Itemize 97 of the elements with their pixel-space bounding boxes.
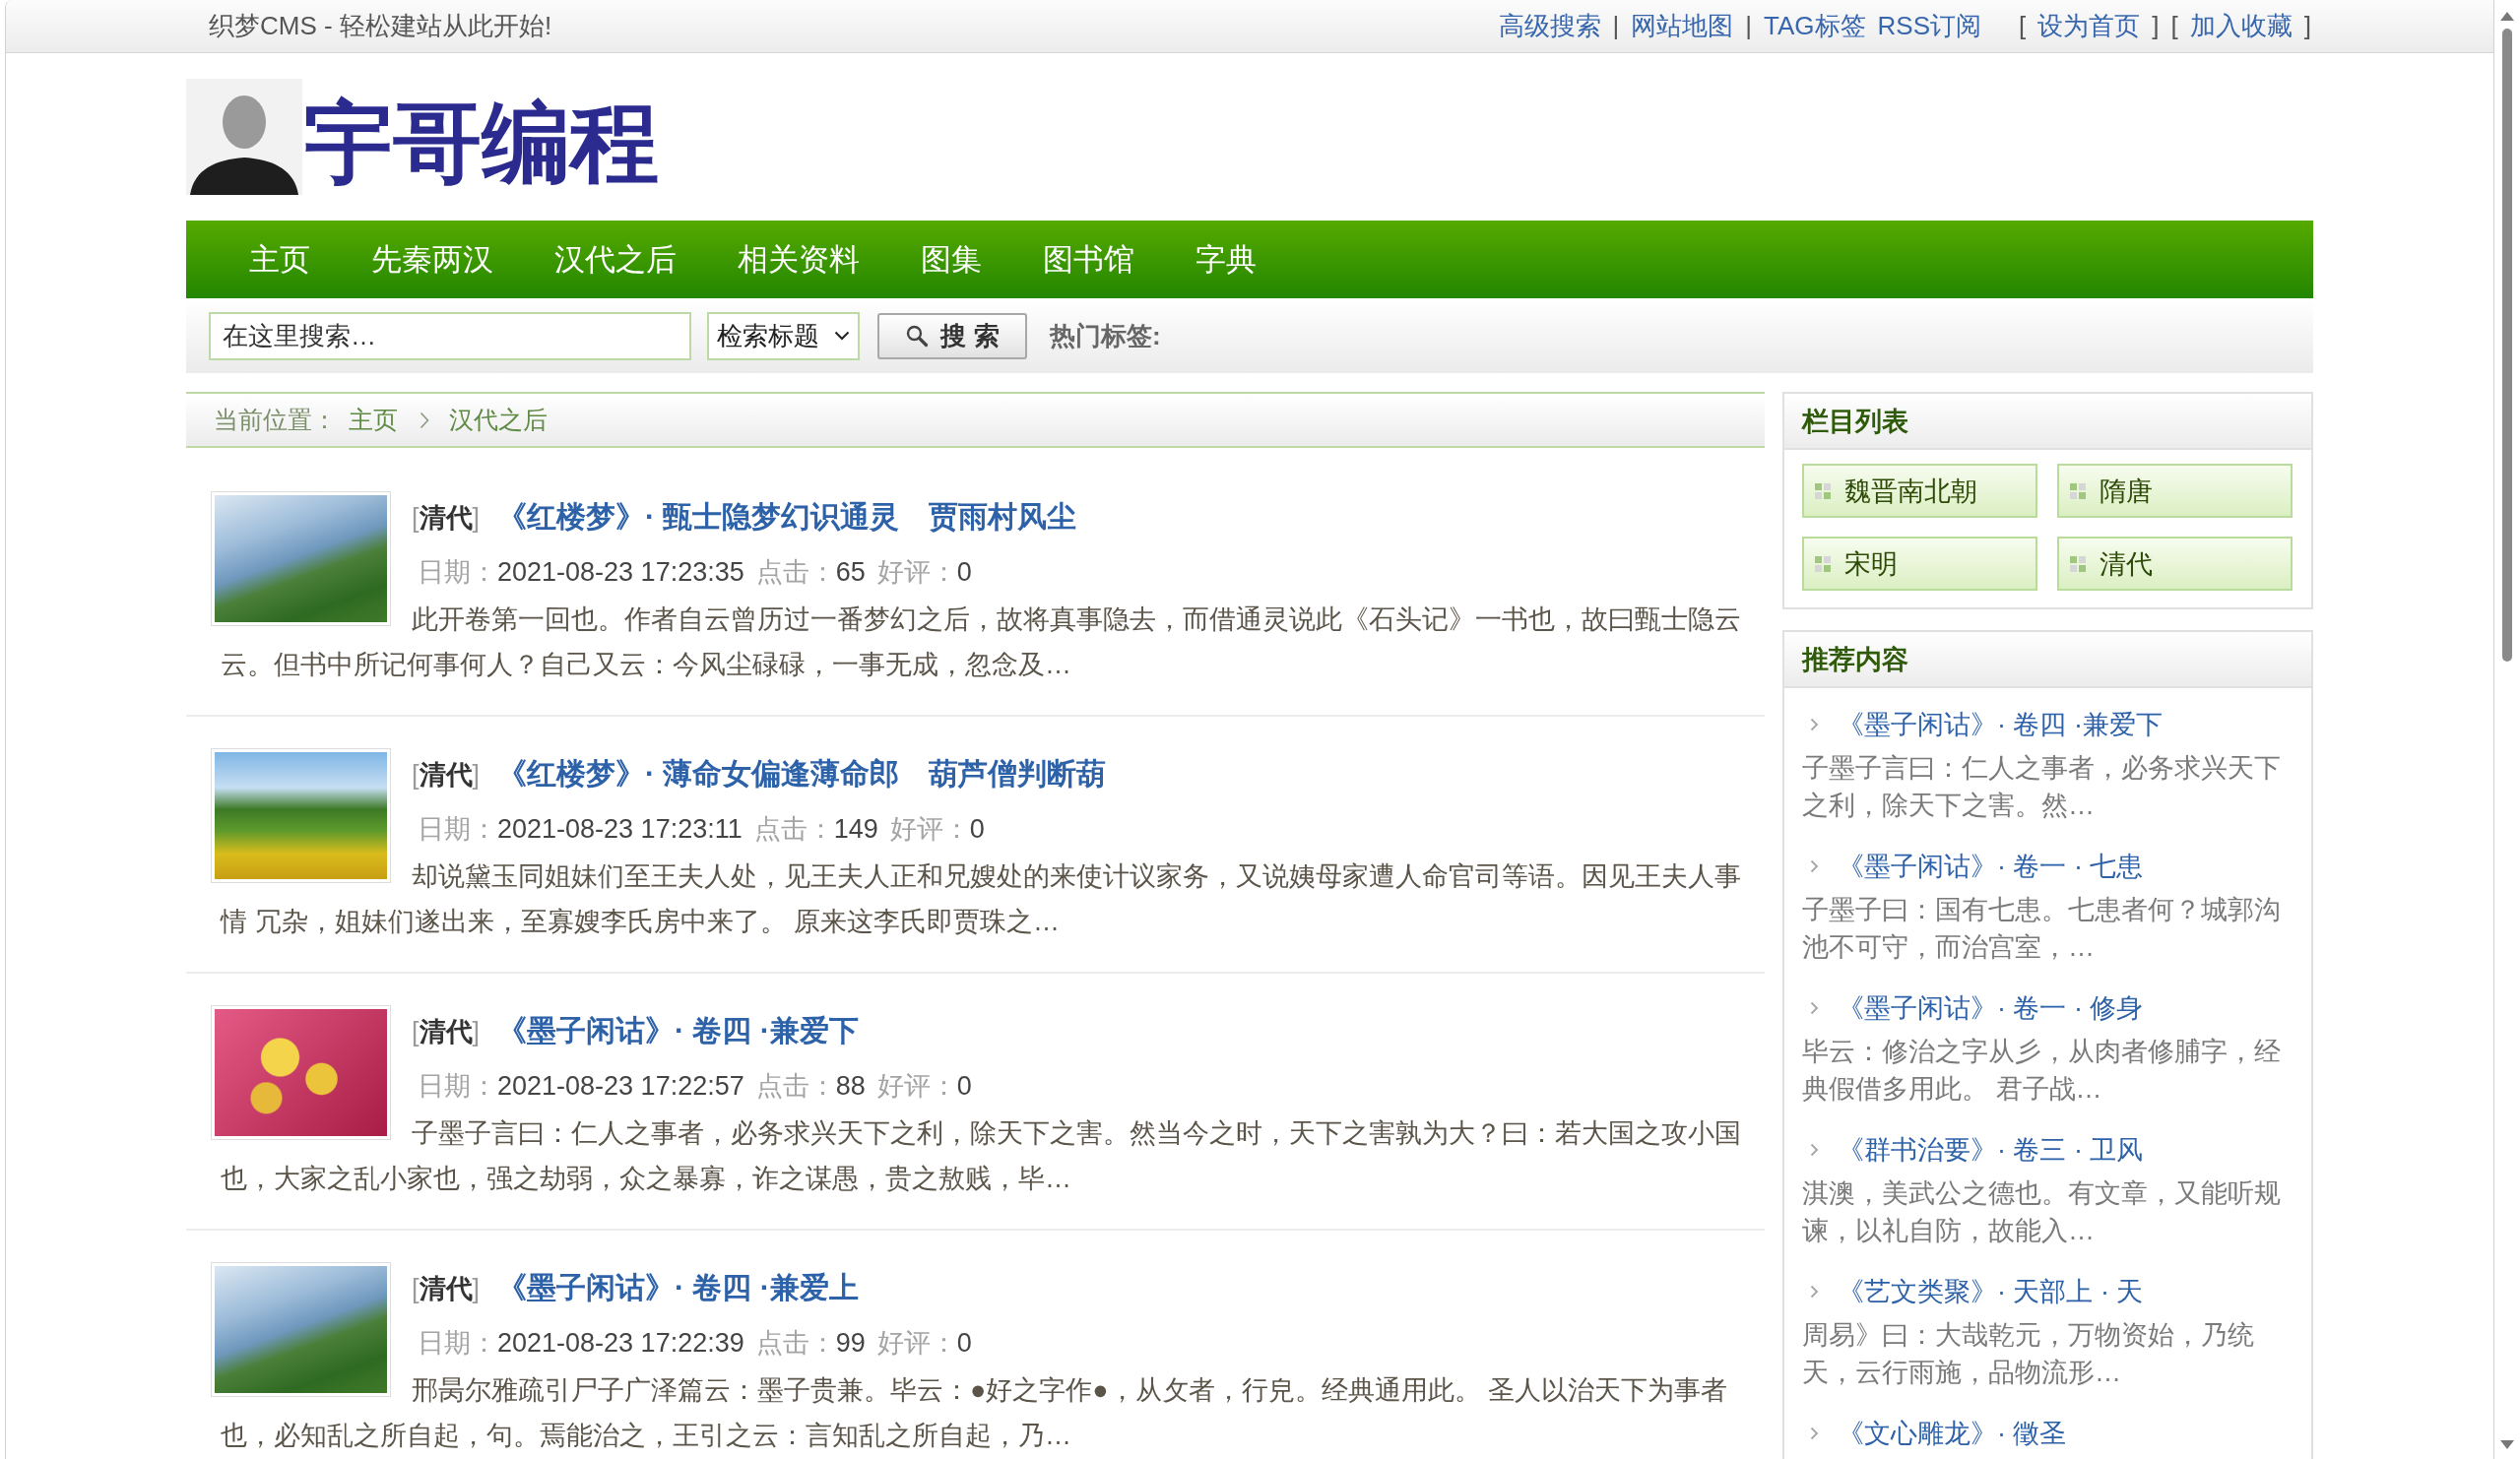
category-button[interactable]: 清代 bbox=[2057, 537, 2293, 591]
search-scope-select[interactable]: 检索标题 bbox=[707, 311, 860, 360]
category-button[interactable]: 宋明 bbox=[1802, 537, 2037, 591]
top-link[interactable]: 加入收藏 bbox=[2189, 9, 2293, 43]
nav-link[interactable]: 相关资料 bbox=[707, 221, 890, 298]
article-title-link[interactable]: 《红楼梦》· 薄命女偏逢薄命郎 葫芦僧判断葫 bbox=[497, 757, 1107, 790]
recommended-link[interactable]: 《艺文类聚》· 天部上 · 天 bbox=[1838, 1272, 2144, 1311]
clicks-label: 点击： bbox=[755, 557, 836, 587]
square-bullet-icon bbox=[2070, 482, 2086, 499]
clicks-value: 65 bbox=[835, 557, 866, 587]
nav-link[interactable]: 汉代之后 bbox=[524, 221, 707, 298]
nav-link[interactable]: 图集 bbox=[890, 221, 1012, 298]
category-tag: [清代] bbox=[412, 1017, 481, 1047]
rating-value: 0 bbox=[956, 557, 972, 587]
scrollbar-thumb[interactable] bbox=[2502, 29, 2512, 662]
clicks-value: 99 bbox=[835, 1328, 866, 1358]
recommended-link[interactable]: 《群书治要》· 卷三 · 卫风 bbox=[1838, 1130, 2144, 1170]
date-label: 日期： bbox=[418, 814, 497, 844]
recommended-summary: 子墨子言曰：仁人之事者，必务求兴天下之利，除天下之害。然… bbox=[1802, 752, 2282, 822]
square-bullet-icon bbox=[1815, 555, 1831, 572]
separator-text: | bbox=[1745, 11, 1753, 41]
article-title-link[interactable]: 《墨子闲诂》· 卷四 ·兼爱上 bbox=[497, 1271, 859, 1303]
scroll-up-arrow-icon[interactable] bbox=[2500, 12, 2514, 21]
recommended-summary: 淇澳，美武公之德也。有文章，又能听规谏，以礼自防，故能入… bbox=[1802, 1177, 2282, 1247]
date-value: 2021-08-23 17:22:57 bbox=[497, 1071, 744, 1101]
top-link[interactable]: 高级搜索 bbox=[1498, 9, 1601, 43]
breadcrumb-link[interactable]: 主页 bbox=[349, 404, 398, 436]
date-value: 2021-08-23 17:22:39 bbox=[497, 1328, 744, 1358]
category-button[interactable]: 魏晋南北朝 bbox=[1802, 464, 2037, 518]
chevron-right-icon bbox=[1810, 859, 1819, 873]
scroll-down-arrow-icon[interactable] bbox=[2500, 1440, 2514, 1449]
person-silhouette-icon bbox=[186, 79, 302, 195]
nav-link[interactable]: 字典 bbox=[1165, 221, 1287, 298]
separator-text: | bbox=[1612, 11, 1620, 41]
breadcrumb-link[interactable]: 汉代之后 bbox=[449, 404, 548, 436]
nav-link[interactable]: 先秦两汉 bbox=[341, 221, 524, 298]
clicks-label: 点击： bbox=[755, 1328, 836, 1358]
recommended-link[interactable]: 《墨子闲诂》· 卷一 · 修身 bbox=[1838, 988, 2144, 1028]
chevron-right-icon bbox=[420, 411, 429, 429]
separator-text: [ bbox=[2170, 11, 2178, 41]
category-button[interactable]: 隋唐 bbox=[2057, 464, 2293, 518]
search-button[interactable]: 搜 索 bbox=[877, 312, 1027, 359]
search-icon bbox=[905, 324, 930, 348]
top-link[interactable]: 设为首页 bbox=[2037, 9, 2141, 43]
article-summary: 邢昺尔雅疏引尸子广泽篇云：墨子贵兼。毕云：●好之字作●，从攵者，行皃。经典通用此。 圣人以治天下为事者也，必知乱之所自起，句。焉能治之，王引之云：言知乱之所自起，乃… bbox=[220, 1374, 1729, 1452]
chevron-right-icon bbox=[1810, 1285, 1819, 1299]
rating-value: 0 bbox=[969, 814, 985, 844]
recommended-summary: 子墨子曰：国有七患。七患者何？城郭沟池不可守，而治宫室，… bbox=[1802, 894, 2282, 964]
rating-label: 好评： bbox=[876, 557, 957, 587]
article-summary: 子墨子言曰：仁人之事者，必务求兴天下之利，除天下之害。然当今之时，天下之害孰为大？曰：若大国之攻小国也，大家之乱小家也，强之劫弱，众之暴寡，诈之谋愚，贵之敖贱，毕… bbox=[220, 1117, 1742, 1195]
nav-link[interactable]: 图书馆 bbox=[1012, 221, 1165, 298]
date-value: 2021-08-23 17:23:35 bbox=[497, 557, 744, 587]
separator-text: ] bbox=[2303, 11, 2311, 41]
clicks-value: 149 bbox=[833, 814, 878, 844]
article-summary: 却说黛玉同姐妹们至王夫人处，见王夫人正和兄嫂处的来使计议家务，又说姨母家遭人命官司等语。因见王夫人事情 冗杂，姐妹们遂出来，至寡嫂李氏房中来了。 原来这李氏即贾珠之… bbox=[219, 860, 1742, 938]
clicks-label: 点击： bbox=[753, 814, 834, 844]
chevron-down-icon bbox=[834, 331, 850, 341]
recommended-link[interactable]: 《墨子闲诂》· 卷一 · 七患 bbox=[1838, 847, 2144, 886]
clicks-value: 88 bbox=[835, 1071, 866, 1101]
chevron-right-icon bbox=[1810, 1001, 1819, 1015]
article-summary: 此开卷第一回也。作者自云曾历过一番梦幻之后，故将真事隐去，而借通灵说此《石头记》一书也，故曰甄士隐云云。但书中所记何事何人？自己又云：今风尘碌碌，一事无成，忽念及… bbox=[220, 603, 1742, 681]
separator-text: ] bbox=[2152, 11, 2160, 41]
rating-value: 0 bbox=[956, 1328, 972, 1358]
article-title-link[interactable]: 《红楼梦》· 甄士隐梦幻识通灵 贾雨村风尘 bbox=[497, 500, 1077, 533]
nav-link[interactable]: 主页 bbox=[219, 221, 341, 298]
clicks-label: 点击： bbox=[755, 1071, 836, 1101]
date-value: 2021-08-23 17:23:11 bbox=[497, 814, 743, 844]
category-tag: [清代] bbox=[412, 1274, 481, 1303]
category-tag: [清代] bbox=[412, 760, 481, 790]
panel-title: 推荐内容 bbox=[1802, 643, 1908, 676]
chevron-right-icon bbox=[1810, 1143, 1819, 1157]
recommended-link[interactable]: 《墨子闲诂》· 卷四 ·兼爱下 bbox=[1838, 705, 2163, 744]
recommended-summary: 毕云：修治之字从彡，从肉者修脯字，经典假借多用此。 君子战… bbox=[1802, 1036, 2282, 1106]
rating-label: 好评： bbox=[876, 1071, 957, 1101]
category-tag: [清代] bbox=[412, 503, 481, 533]
panel-title: 栏目列表 bbox=[1802, 405, 1908, 438]
date-label: 日期： bbox=[418, 1328, 497, 1358]
breadcrumb-label: 当前位置： bbox=[214, 405, 337, 435]
top-link[interactable]: 网站地图 bbox=[1631, 9, 1734, 43]
rating-label: 好评： bbox=[876, 1328, 957, 1358]
square-bullet-icon bbox=[2070, 555, 2086, 572]
separator-text: [ bbox=[2019, 11, 2027, 41]
square-bullet-icon bbox=[1815, 482, 1831, 499]
date-label: 日期： bbox=[418, 1071, 497, 1101]
top-link[interactable]: RSS订阅 bbox=[1877, 9, 1982, 43]
site-slogan: 织梦CMS - 轻松建站从此开始! bbox=[209, 10, 552, 42]
recommended-summary: 周易》曰：大哉乾元，万物资始，乃统天，云行雨施，品物流形… bbox=[1802, 1319, 2255, 1389]
rating-value: 0 bbox=[956, 1071, 972, 1101]
rating-label: 好评： bbox=[889, 814, 970, 844]
article-title-link[interactable]: 《墨子闲诂》· 卷四 ·兼爱下 bbox=[497, 1014, 859, 1047]
search-field[interactable]: 在这里搜索… bbox=[209, 311, 691, 360]
chevron-right-icon bbox=[1810, 1427, 1819, 1440]
chevron-right-icon bbox=[1810, 718, 1819, 731]
hot-tags-label: 热门标签: bbox=[1050, 319, 1161, 352]
recommended-link[interactable]: 《文心雕龙》· 徵圣 bbox=[1838, 1414, 2067, 1453]
top-link[interactable]: TAG标签 bbox=[1764, 9, 1866, 43]
date-label: 日期： bbox=[418, 557, 497, 587]
